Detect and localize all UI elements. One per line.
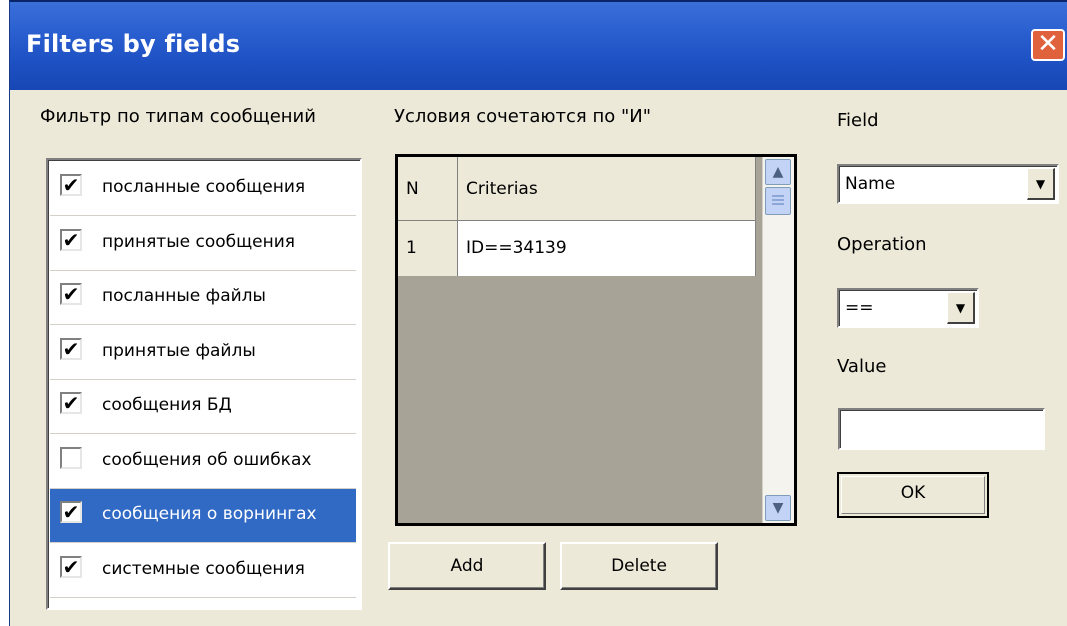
dialog-body: Фильтр по типам сообщений ✔ посланные соо…: [10, 90, 1067, 626]
list-item-label: сообщения об ошибках: [102, 449, 312, 470]
checkbox[interactable]: ✔: [60, 174, 82, 196]
list-item[interactable]: ✔ сообщения БД: [50, 380, 356, 434]
list-item-label: системные сообщения: [102, 558, 305, 579]
list-item-label: сообщения БД: [102, 395, 232, 415]
check-mark-icon: ✔: [62, 227, 80, 252]
check-mark-icon: ✔: [62, 282, 80, 306]
arrow-up-icon[interactable]: ▲: [765, 159, 791, 185]
checkbox[interactable]: ✔: [60, 283, 82, 305]
message-types-list[interactable]: ✔ посланные сообщения ✔ принятые сообщения ✔…: [46, 158, 362, 610]
filters-dialog: Filters by fields ✕ Фильтр по типам сооб…: [9, 0, 1067, 626]
grid-scrollbar[interactable]: ▲ ▼: [762, 157, 794, 523]
check-mark-icon: ✔: [62, 500, 80, 524]
checkbox[interactable]: ✔: [60, 336, 82, 361]
arrow-down-icon[interactable]: ▼: [765, 495, 791, 521]
column-header-n[interactable]: N: [398, 157, 458, 220]
checkbox[interactable]: ✔: [60, 501, 82, 523]
checkbox[interactable]: ✔: [60, 227, 82, 252]
checkbox[interactable]: [60, 446, 82, 469]
chevron-down-icon[interactable]: ▼: [947, 292, 975, 324]
value-label: Value: [837, 356, 887, 377]
checkbox[interactable]: ✔: [60, 392, 82, 414]
window-title: Filters by fields: [26, 30, 241, 58]
value-input[interactable]: [838, 408, 1045, 450]
check-mark-icon: ✔: [62, 336, 80, 361]
list-item-label: сообщения о ворнингах: [102, 504, 317, 524]
check-mark-icon: ✔: [62, 554, 80, 579]
ok-button[interactable]: OK: [837, 472, 989, 518]
chevron-down-icon[interactable]: ▼: [1027, 168, 1055, 200]
column-header-criterias[interactable]: Criterias: [458, 157, 756, 220]
checkbox[interactable]: ✔: [60, 554, 82, 579]
field-select[interactable]: Name ▼: [837, 164, 1059, 204]
list-item[interactable]: ✔ посланные сообщения: [50, 162, 356, 216]
list-item[interactable]: ✔ принятые сообщения: [50, 217, 356, 271]
list-item[interactable]: ✔ принятые файлы: [50, 326, 356, 380]
list-item[interactable]: сообщения об ошибках: [50, 435, 356, 489]
operation-select[interactable]: == ▼: [837, 288, 979, 328]
criteria-cell[interactable]: ID==34139: [458, 221, 756, 276]
operation-label: Operation: [837, 234, 927, 255]
list-item-label: посланные сообщения: [102, 177, 306, 197]
grid-header: N Criterias: [398, 157, 756, 221]
table-row[interactable]: 1 ID==34139: [398, 221, 756, 277]
list-item-label: посланные файлы: [102, 286, 266, 306]
list-item[interactable]: ✔ системные сообщения: [50, 544, 356, 598]
scroll-thumb[interactable]: [765, 187, 791, 215]
close-icon: ✕: [1037, 29, 1059, 59]
list-item-label: принятые сообщения: [102, 231, 295, 252]
add-button[interactable]: Add: [388, 542, 546, 590]
title-bar[interactable]: Filters by fields ✕: [10, 2, 1067, 90]
close-button[interactable]: ✕: [1031, 29, 1065, 61]
delete-button[interactable]: Delete: [560, 542, 718, 590]
message-types-heading: Фильтр по типам сообщений: [40, 106, 316, 127]
field-label: Field: [837, 110, 879, 131]
criteria-grid[interactable]: N Criterias 1 ID==34139 ▲ ▼: [395, 154, 797, 526]
conditions-heading: Условия сочетаются по "И": [394, 106, 651, 127]
list-item[interactable]: ✔ посланные файлы: [50, 271, 356, 325]
check-mark-icon: ✔: [62, 173, 80, 197]
list-item[interactable]: ✔ сообщения о ворнингах: [50, 489, 356, 543]
row-number-cell: 1: [398, 221, 458, 276]
check-mark-icon: ✔: [62, 391, 80, 415]
list-item-label: принятые файлы: [102, 340, 256, 361]
